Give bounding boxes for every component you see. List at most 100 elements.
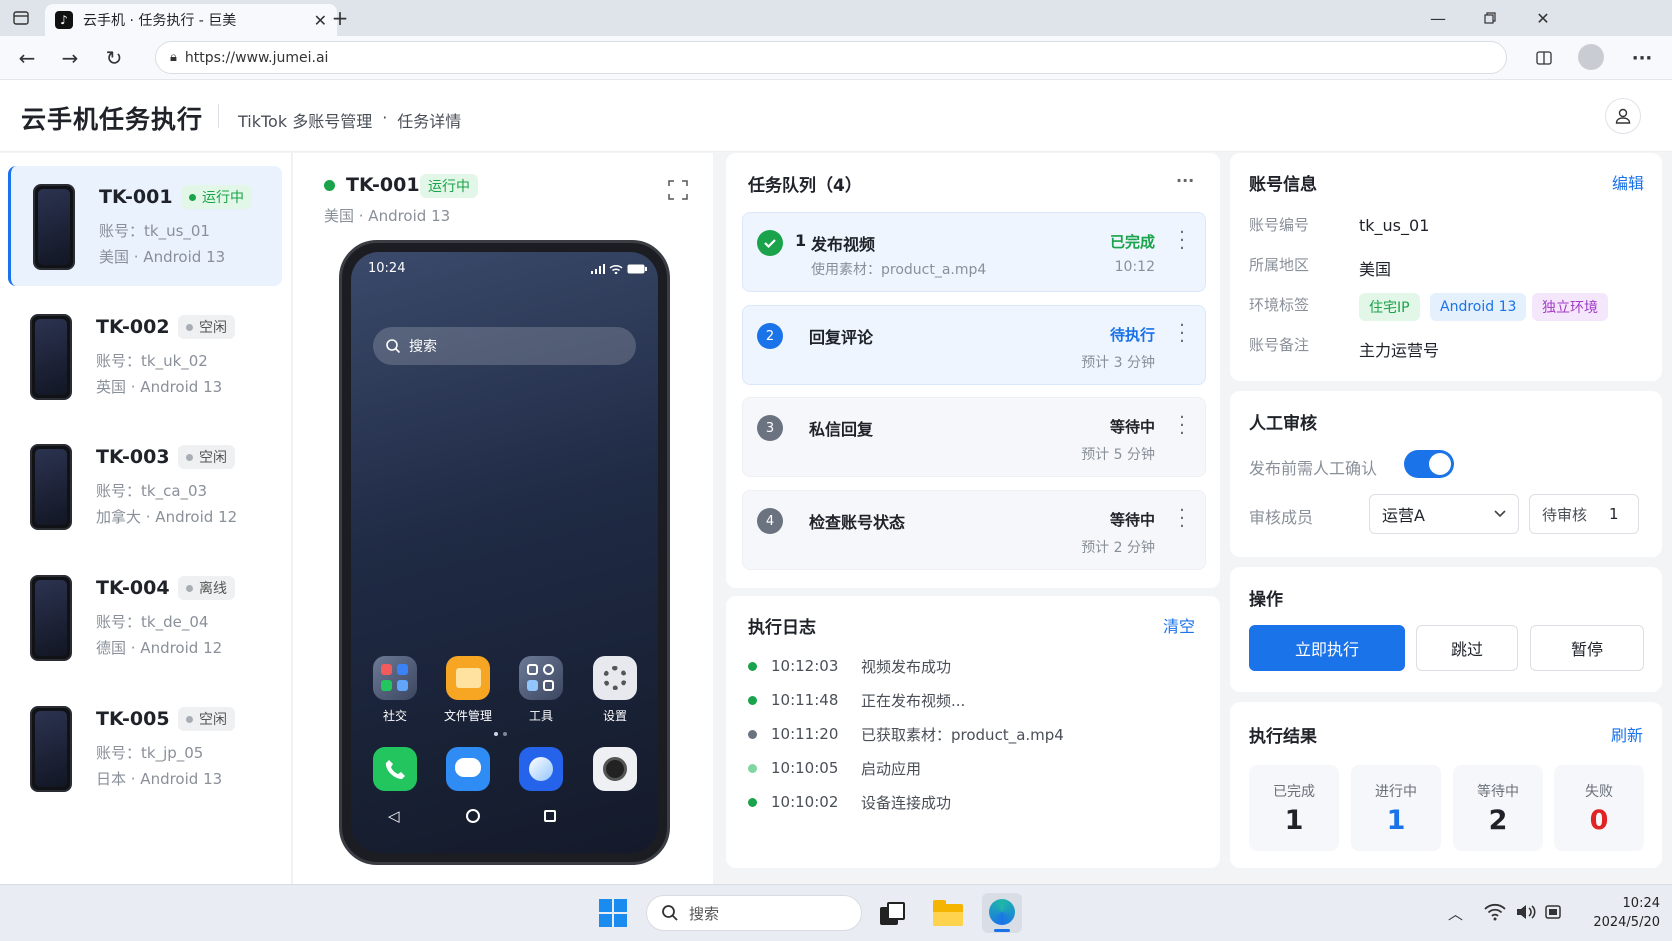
log-row: 10:10:02 设备连接成功: [748, 792, 951, 812]
tray-clock[interactable]: 10:24 2024/5/20: [1560, 894, 1660, 932]
task-menu-icon[interactable]: · · ·: [1177, 502, 1187, 536]
task-number-badge: 4: [757, 508, 783, 534]
task-eta: 预计 2 分钟: [1081, 540, 1155, 556]
close-window-icon[interactable]: ✕: [1531, 6, 1555, 30]
tools-folder-icon[interactable]: [519, 656, 563, 700]
app-label-settings: 设置: [602, 709, 627, 723]
social-folder-icon[interactable]: [373, 656, 417, 700]
browser-menu-icon[interactable]: ···: [1630, 46, 1654, 70]
split-screen-icon[interactable]: [1532, 46, 1556, 70]
device-account: 账号：tk_jp_05: [96, 744, 204, 762]
breadcrumb-item-accounts[interactable]: TikTok 多账号管理: [238, 108, 372, 132]
phone-call-icon[interactable]: [373, 747, 417, 791]
edge-browser-taskbar-icon[interactable]: [982, 893, 1022, 933]
task-menu-icon[interactable]: · · ·: [1177, 224, 1187, 258]
volume-icon[interactable]: [1515, 903, 1537, 925]
task-number-badge: 3: [757, 415, 783, 441]
new-tab-icon[interactable]: +: [328, 6, 352, 30]
skip-button[interactable]: 跳过: [1416, 625, 1518, 671]
tab-actions-icon[interactable]: [10, 8, 32, 28]
task-item-3[interactable]: 3 私信回复 等待中 预计 5 分钟 · · ·: [742, 397, 1206, 477]
back-arrow-icon[interactable]: ←: [15, 46, 39, 70]
device-item-tk-005[interactable]: TK-005 空闲 账号：tk_jp_05 日本 · Android 13: [8, 688, 282, 808]
task-status: 已完成: [1109, 233, 1155, 251]
tray-date: 2024/5/20: [1593, 915, 1660, 930]
user-icon[interactable]: [1605, 98, 1641, 134]
task-view-icon[interactable]: [880, 902, 906, 926]
refresh-results-button[interactable]: 刷新: [1611, 722, 1643, 746]
pending-review-field[interactable]: 待审核 1: [1529, 494, 1639, 534]
nav-recents-icon[interactable]: [544, 810, 556, 822]
queue-more-icon[interactable]: ···: [1176, 171, 1194, 190]
task-item-1[interactable]: 1 发布视频 使用素材：product_a.mp4 已完成 10:12 · · ·: [742, 212, 1206, 292]
pending-label: 待审核: [1542, 505, 1588, 524]
task-material: 使用素材：product_a.mp4: [811, 262, 987, 278]
os-taskbar: 搜索 ︿ 10:24 2024/5/20: [0, 884, 1672, 941]
edit-account-button[interactable]: 编辑: [1612, 170, 1644, 194]
url-field[interactable]: 🔒︎ https://www.jumei.ai: [155, 41, 1507, 74]
reload-icon[interactable]: ↻: [102, 46, 126, 70]
task-menu-icon[interactable]: · · ·: [1177, 317, 1187, 351]
minimize-icon[interactable]: —: [1426, 6, 1450, 30]
browser-tab-active[interactable]: ♪ 云手机 · 任务执行 - 巨美 ✕: [45, 4, 337, 36]
device-region: 德国 · Android 12: [96, 639, 223, 657]
task-title: 回复评论: [809, 328, 874, 347]
results-title: 执行结果: [1249, 727, 1317, 747]
nav-home-icon[interactable]: [466, 809, 480, 823]
clear-log-button[interactable]: 清空: [1163, 613, 1195, 637]
device-item-tk-001[interactable]: TK-001 运行中 账号：tk_us_01 美国 · Android 13: [8, 166, 282, 286]
profile-avatar-icon[interactable]: [1578, 44, 1604, 70]
app-label-social: 社交: [382, 709, 407, 723]
status-badge: 空闲: [178, 315, 235, 339]
forward-arrow-icon[interactable]: →: [58, 46, 82, 70]
file-manager-icon[interactable]: [446, 656, 490, 700]
device-region: 英国 · Android 13: [96, 378, 223, 396]
start-windows-icon[interactable]: [599, 899, 627, 927]
device-name: TK-002: [96, 316, 170, 338]
messages-icon[interactable]: [446, 747, 490, 791]
task-title: 私信回复: [809, 420, 874, 439]
task-number: 1: [795, 231, 807, 250]
task-eta: 预计 5 分钟: [1081, 447, 1155, 463]
app-label-tools: 工具: [528, 709, 553, 723]
account-id-label: 账号编号: [1249, 216, 1310, 234]
confirm-toggle[interactable]: [1404, 450, 1454, 478]
reviewer-label: 审核成员: [1249, 508, 1314, 527]
device-account: 账号：tk_uk_02: [96, 352, 208, 370]
status-badge: 运行中: [181, 185, 252, 209]
pause-button[interactable]: 暂停: [1530, 625, 1644, 671]
account-info-title: 账号信息: [1249, 175, 1317, 195]
reviewer-select[interactable]: 运营A: [1369, 494, 1519, 534]
tab-close-icon[interactable]: ✕: [314, 11, 327, 30]
device-region: 加拿大 · Android 12: [96, 508, 238, 526]
fullscreen-icon[interactable]: [666, 178, 690, 202]
chevron-down-icon: [1494, 510, 1506, 518]
tray-chevron-up-icon[interactable]: ︿: [1448, 903, 1463, 924]
battery-tray-icon[interactable]: [1545, 904, 1561, 923]
device-item-tk-002[interactable]: TK-002 空闲 账号：tk_uk_02 英国 · Android 13: [8, 296, 282, 416]
task-menu-icon[interactable]: · · ·: [1177, 409, 1187, 443]
nav-back-icon[interactable]: ◁: [388, 807, 400, 825]
app-label-files: 文件管理: [443, 709, 492, 723]
camera-icon[interactable]: [593, 747, 637, 791]
tag-android: Android 13: [1430, 293, 1527, 321]
device-name: TK-004: [96, 577, 170, 599]
task-item-2[interactable]: 2 回复评论 待执行 预计 3 分钟 · · ·: [742, 305, 1206, 385]
taskbar-search[interactable]: 搜索: [646, 895, 862, 931]
task-status: 待执行: [1109, 326, 1155, 344]
status-badge: 空闲: [178, 707, 235, 731]
file-explorer-icon[interactable]: [933, 900, 963, 926]
restore-icon[interactable]: [1478, 6, 1502, 30]
wifi-icon[interactable]: [1484, 903, 1506, 925]
phone-status-icons: [591, 264, 647, 274]
run-now-button[interactable]: 立即执行: [1249, 625, 1405, 671]
browser-app-icon[interactable]: [519, 747, 563, 791]
actions-title: 操作: [1249, 590, 1283, 610]
task-number-badge: 2: [757, 323, 783, 349]
phone-screen[interactable]: 10:24 搜索 社交 文件管理 工具 设置 ◁: [351, 252, 658, 853]
task-item-4[interactable]: 4 检查账号状态 等待中 预计 2 分钟 · · ·: [742, 490, 1206, 570]
phone-search-bar[interactable]: 搜索: [373, 327, 636, 365]
device-item-tk-003[interactable]: TK-003 空闲 账号：tk_ca_03 加拿大 · Android 12: [8, 426, 282, 546]
device-item-tk-004[interactable]: TK-004 离线 账号：tk_de_04 德国 · Android 12: [8, 557, 282, 677]
settings-gear-icon[interactable]: [593, 656, 637, 700]
